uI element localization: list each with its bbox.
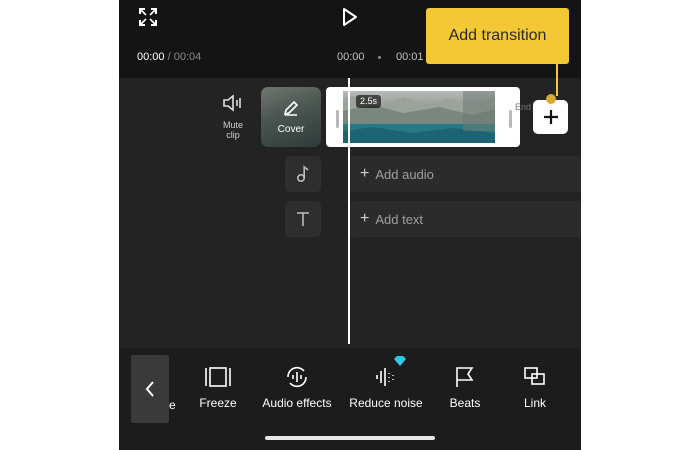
back-button[interactable]	[131, 355, 169, 423]
pencil-icon	[283, 100, 299, 116]
tool-reduce-noise[interactable]: Reduce noise	[345, 365, 427, 410]
tool-label: Audio effects	[262, 396, 332, 410]
premium-diamond-icon	[394, 356, 406, 366]
audio-effects-icon	[287, 366, 307, 388]
play-icon[interactable]	[339, 5, 361, 29]
tool-label: Reduce noise	[349, 396, 423, 410]
tooltip-pointer-line	[556, 62, 558, 96]
clip-duration-badge: 2.5s	[356, 95, 382, 108]
audio-track-icon[interactable]	[285, 156, 321, 192]
cover-label: Cover	[277, 124, 305, 135]
home-indicator[interactable]	[265, 436, 435, 440]
current-time: 00:00	[137, 51, 165, 63]
clip-trim-handle-right[interactable]	[509, 110, 512, 128]
music-note-icon	[296, 165, 309, 183]
text-icon	[297, 212, 309, 226]
ruler-tick	[378, 56, 381, 59]
tool-beats[interactable]: Beats	[445, 365, 485, 410]
video-editor-screen: 00:00 / 00:04 00:00 00:01 Mute clip Cove…	[119, 0, 581, 450]
speaker-icon	[223, 94, 241, 112]
tool-freeze[interactable]: Freeze	[196, 365, 240, 410]
fullscreen-icon[interactable]	[137, 6, 159, 28]
add-audio-label: Add audio	[375, 166, 434, 182]
beats-icon	[456, 367, 474, 387]
toolbar-item-partial-label: e	[169, 398, 176, 412]
mute-clip-button[interactable]: Mute clip	[219, 94, 247, 140]
add-transition-button[interactable]	[533, 100, 568, 134]
add-transition-tooltip: Add transition	[426, 8, 569, 64]
playback-time: 00:00 / 00:04	[137, 51, 201, 63]
clip-trim-handle-left[interactable]	[336, 110, 339, 128]
chevron-left-icon	[145, 381, 154, 397]
plus-icon: +	[360, 210, 370, 227]
playhead[interactable]	[348, 78, 350, 344]
tool-link[interactable]: Link	[517, 365, 553, 410]
tool-label: Freeze	[199, 396, 237, 410]
ruler-label: 00:00	[337, 51, 365, 63]
highlight-dot	[546, 94, 556, 104]
link-icon	[524, 367, 545, 385]
mute-clip-label: Mute clip	[222, 120, 243, 140]
end-label: End	[515, 102, 532, 112]
tool-audio-effects[interactable]: Audio effects	[255, 365, 339, 410]
add-audio-button[interactable]: + Add audio	[350, 156, 581, 192]
ruler-label: 00:01	[396, 51, 424, 63]
plus-icon	[543, 110, 558, 124]
tool-label: Link	[523, 396, 546, 410]
total-time: / 00:04	[167, 51, 202, 63]
tooltip-text: Add transition	[448, 27, 547, 44]
add-text-button[interactable]: + Add text	[350, 201, 581, 237]
freeze-icon	[205, 367, 231, 387]
reduce-noise-icon	[376, 368, 394, 386]
tool-label: Beats	[449, 396, 481, 410]
text-track-icon[interactable]	[285, 201, 321, 237]
plus-icon: +	[360, 165, 370, 182]
cover-button[interactable]: Cover	[261, 87, 321, 147]
add-text-label: Add text	[375, 211, 424, 227]
